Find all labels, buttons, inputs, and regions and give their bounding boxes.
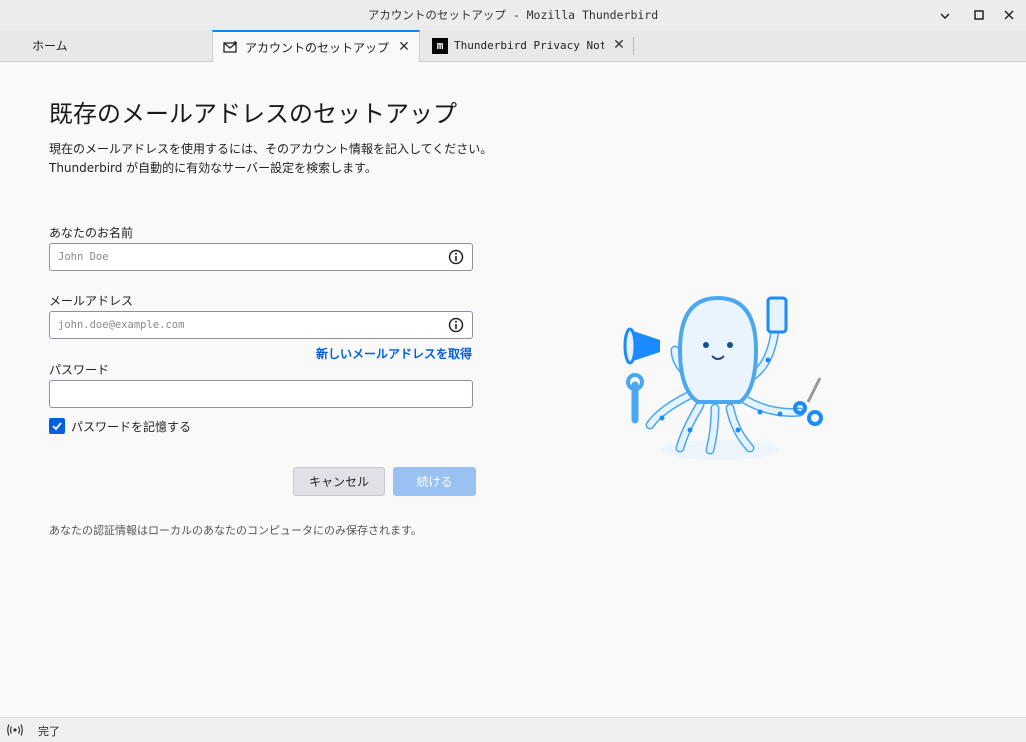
status-text: 完了 <box>38 725 60 738</box>
close-tab-icon[interactable]: ✕ <box>397 40 411 54</box>
tab-home[interactable]: ホーム <box>0 30 212 61</box>
email-label: メールアドレス <box>49 294 134 308</box>
remember-password-label[interactable]: パスワードを記憶する <box>71 418 191 435</box>
checkmark-icon <box>52 422 62 431</box>
info-icon[interactable] <box>448 249 464 265</box>
local-storage-note: あなたの認証情報はローカルのあなたのコンピュータにのみ保存されます。 <box>49 524 422 537</box>
email-input[interactable] <box>50 312 438 338</box>
maximize-icon[interactable] <box>970 6 988 24</box>
close-tab-icon[interactable]: ✕ <box>612 38 626 52</box>
email-field-container <box>49 311 473 339</box>
mail-setup-icon <box>223 39 239 55</box>
password-input[interactable] <box>50 381 438 407</box>
tab-privacy-notice-label: Thunderbird Privacy Notice <box>454 39 604 52</box>
mozilla-m-icon: m <box>432 37 448 54</box>
name-field-container <box>49 243 473 271</box>
get-new-email-link[interactable]: 新しいメールアドレスを取得 <box>316 345 472 362</box>
minimize-icon[interactable] <box>936 6 954 24</box>
remember-password-checkbox[interactable] <box>49 418 65 434</box>
close-icon[interactable] <box>1000 6 1018 24</box>
page-title: 既存のメールアドレスのセットアップ <box>49 100 457 128</box>
password-label: パスワード <box>49 363 110 377</box>
description-line-2: Thunderbird が自動的に有効なサーバー設定を検索します。 <box>49 161 377 175</box>
name-label: あなたのお名前 <box>49 226 134 240</box>
description-line-1: 現在のメールアドレスを使用するには、そのアカウント情報を記入してください。 <box>49 142 493 156</box>
cancel-button[interactable]: キャンセル <box>293 467 385 496</box>
tab-bar: ホーム アカウントのセットアップ ✕ m Thunderbird Privacy… <box>0 30 1026 62</box>
status-bar: 完了 <box>0 717 1026 742</box>
name-input[interactable] <box>50 244 438 270</box>
page-description: 現在のメールアドレスを使用するには、そのアカウント情報を記入してください。 Th… <box>49 140 492 178</box>
password-field-container <box>49 380 473 408</box>
continue-button[interactable]: 続ける <box>393 467 476 496</box>
tab-home-label: ホーム <box>32 39 68 53</box>
window-title: アカウントのセットアップ - Mozilla Thunderbird <box>367 8 659 22</box>
connection-icon <box>7 724 23 736</box>
tab-account-setup-label: アカウントのセットアップ <box>245 40 390 55</box>
octopus-mascot-illustration <box>623 295 823 460</box>
tab-separator <box>633 37 634 55</box>
info-icon[interactable] <box>448 317 464 333</box>
tab-privacy-notice[interactable]: m Thunderbird Privacy Notice ✕ <box>424 30 634 61</box>
window-titlebar: アカウントのセットアップ - Mozilla Thunderbird <box>0 0 1026 30</box>
tab-account-setup[interactable]: アカウントのセットアップ ✕ <box>212 30 420 62</box>
